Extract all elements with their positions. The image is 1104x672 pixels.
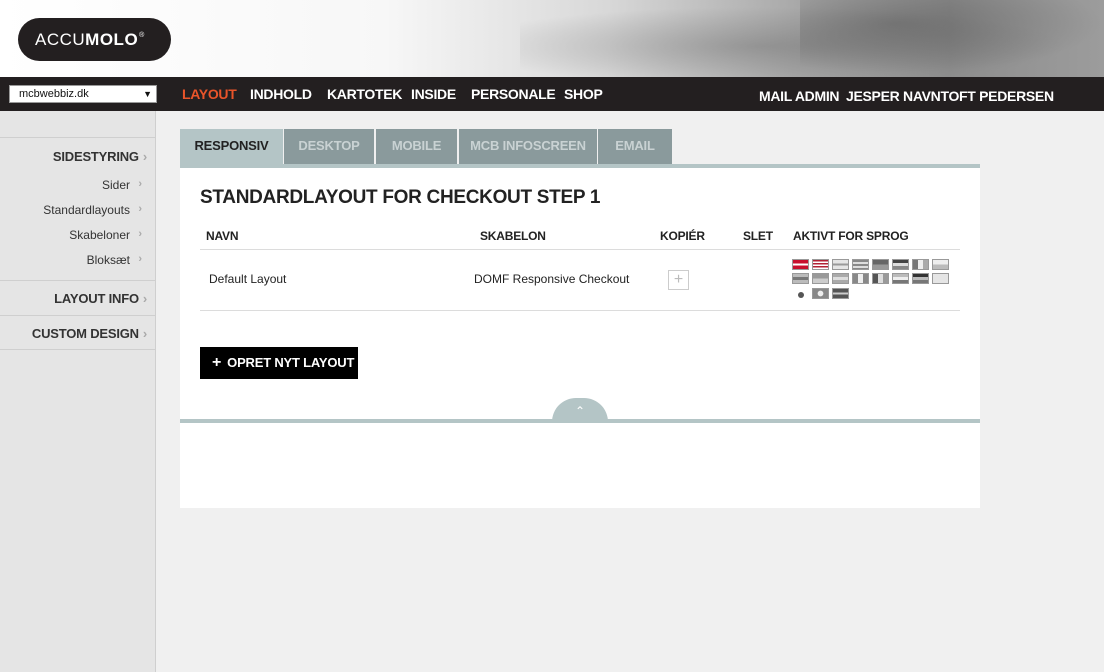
- accumolo-logo[interactable]: ACCU MOLO ®: [18, 18, 171, 61]
- flag-icon[interactable]: [852, 273, 869, 284]
- layout-panel: STANDARDLAYOUT FOR CHECKOUT STEP 1 NAVN …: [180, 168, 980, 419]
- sidebar-item-skabeloner[interactable]: Skabeloner ›: [69, 228, 142, 242]
- flag-icon[interactable]: [798, 292, 804, 298]
- copy-button[interactable]: +: [668, 270, 689, 290]
- flag-icon[interactable]: [792, 259, 809, 270]
- sidebar-group-custom-design: CUSTOM DESIGN ›: [0, 315, 155, 350]
- chevron-up-icon: ⌃: [574, 404, 586, 418]
- nav-layout[interactable]: LAYOUT: [182, 86, 237, 102]
- nav-user-name[interactable]: JESPER NAVNTOFT PEDERSEN: [846, 88, 1054, 104]
- dropdown-arrow-icon: ▼: [143, 89, 152, 99]
- flag-icon[interactable]: [832, 259, 849, 270]
- sidebar-item-layout-info[interactable]: LAYOUT INFO ›: [54, 291, 147, 306]
- flag-icon[interactable]: [872, 259, 889, 270]
- nav-mail-admin[interactable]: MAIL ADMIN: [759, 88, 840, 104]
- header-banner: ACCU MOLO ®: [0, 0, 1104, 77]
- tab-desktop[interactable]: DESKTOP: [284, 129, 374, 164]
- lower-panel: [180, 423, 980, 508]
- nav-kartotek[interactable]: KARTOTEK: [327, 86, 402, 102]
- banner-texture: [800, 0, 1104, 77]
- page-title: STANDARDLAYOUT FOR CHECKOUT STEP 1: [200, 187, 601, 208]
- table-divider: [200, 310, 960, 311]
- flag-icon[interactable]: [912, 273, 929, 284]
- chevron-right-icon: ›: [138, 253, 142, 265]
- chevron-right-icon: ›: [138, 203, 142, 215]
- column-header-navn: NAVN: [206, 229, 239, 243]
- row-skabelon: DOMF Responsive Checkout: [474, 272, 630, 286]
- flag-icon[interactable]: [932, 259, 949, 270]
- row-navn[interactable]: Default Layout: [209, 272, 286, 286]
- nav-indhold[interactable]: INDHOLD: [250, 86, 312, 102]
- sidebar: SIDESTYRING › Sider › Standardlayouts › Ska…: [0, 111, 156, 672]
- tab-mobile[interactable]: MOBILE: [376, 129, 457, 164]
- column-header-aktivt: AKTIVT FOR SPROG: [793, 229, 909, 243]
- sidebar-item-custom-design[interactable]: CUSTOM DESIGN ›: [32, 326, 147, 341]
- flag-icon[interactable]: [932, 273, 949, 284]
- flag-icon[interactable]: [852, 259, 869, 270]
- flag-icon[interactable]: [812, 288, 829, 299]
- chevron-right-icon: ›: [138, 228, 142, 240]
- flag-icon[interactable]: [892, 273, 909, 284]
- sidebar-item-standardlayouts[interactable]: Standardlayouts ›: [43, 203, 142, 217]
- flag-icon[interactable]: [792, 273, 809, 284]
- chevron-right-icon: ›: [142, 326, 147, 341]
- flag-icon[interactable]: [892, 259, 909, 270]
- flag-icon[interactable]: [912, 259, 929, 270]
- sidebar-group-sidestyring: SIDESTYRING › Sider › Standardlayouts › Ska…: [0, 137, 155, 280]
- sidebar-item-bloksaet[interactable]: Bloksæt ›: [87, 253, 142, 267]
- sidebar-item-sidestyring[interactable]: SIDESTYRING ›: [53, 149, 147, 164]
- tab-responsiv[interactable]: RESPONSIV: [180, 129, 283, 164]
- tab-email[interactable]: EMAIL: [598, 129, 672, 164]
- chevron-right-icon: ›: [138, 178, 142, 190]
- main-nav: mcbwebbiz.dk ▼ LAYOUT INDHOLD KARTOTEK I…: [0, 77, 1104, 111]
- site-select-value: mcbwebbiz.dk: [19, 88, 89, 100]
- nav-personale[interactable]: PERSONALE: [471, 86, 556, 102]
- sidebar-group-layout-info: LAYOUT INFO ›: [0, 280, 155, 315]
- chevron-right-icon: ›: [142, 291, 147, 306]
- column-header-slet: SLET: [743, 229, 773, 243]
- column-header-skabelon: SKABELON: [480, 229, 546, 243]
- chevron-right-icon: ›: [142, 149, 147, 164]
- flag-icon[interactable]: [812, 273, 829, 284]
- flag-icon[interactable]: [872, 273, 889, 284]
- flag-icon[interactable]: [832, 273, 849, 284]
- column-header-kopier: KOPIÉR: [660, 229, 705, 243]
- sidebar-item-sider[interactable]: Sider ›: [102, 178, 142, 192]
- table-divider: [200, 249, 960, 250]
- nav-inside[interactable]: INSIDE: [411, 86, 456, 102]
- plus-icon: +: [212, 354, 222, 371]
- flag-icon[interactable]: [812, 259, 829, 270]
- tab-mcb-infoscreen[interactable]: MCB INFOSCREEN: [459, 129, 597, 164]
- create-layout-button[interactable]: + OPRET NYT LAYOUT: [200, 347, 358, 379]
- site-select[interactable]: mcbwebbiz.dk ▼: [9, 85, 157, 103]
- flag-icon[interactable]: [832, 288, 849, 299]
- nav-shop[interactable]: SHOP: [564, 86, 603, 102]
